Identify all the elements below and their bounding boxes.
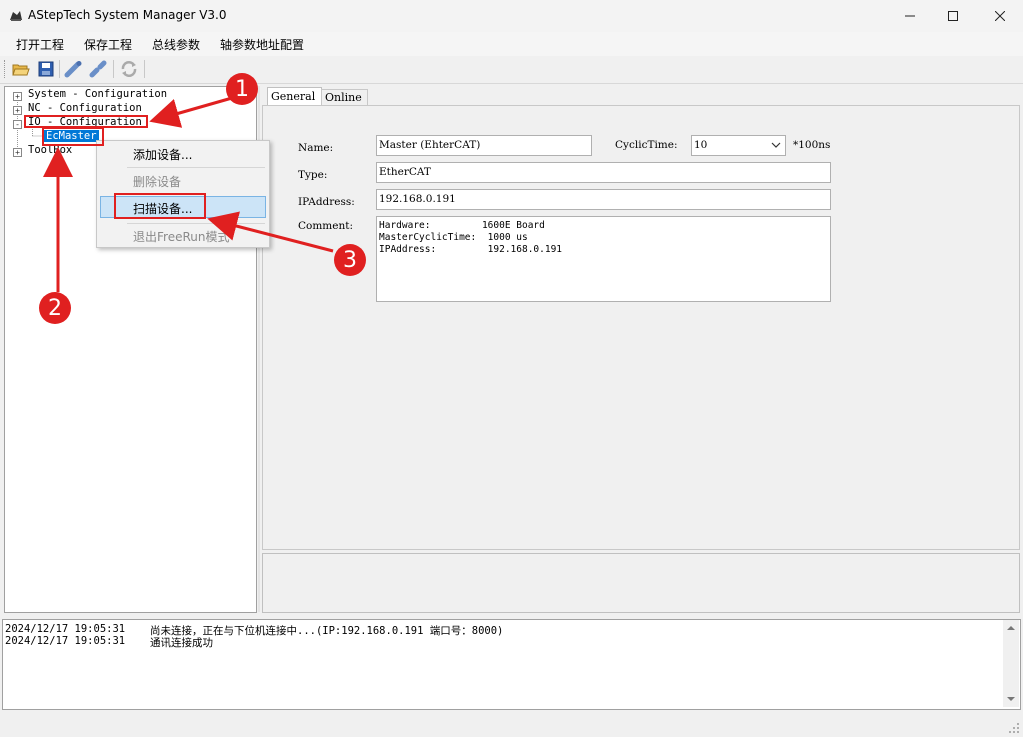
annotation-badge-2: 2 (39, 292, 71, 324)
annotation-arrow-1 (149, 96, 233, 128)
annotation-arrows (43, 96, 334, 292)
annotation-badge-1: 1 (226, 73, 258, 105)
annotation-badge-3: 3 (334, 244, 366, 276)
annotation-arrow-3 (207, 211, 334, 253)
